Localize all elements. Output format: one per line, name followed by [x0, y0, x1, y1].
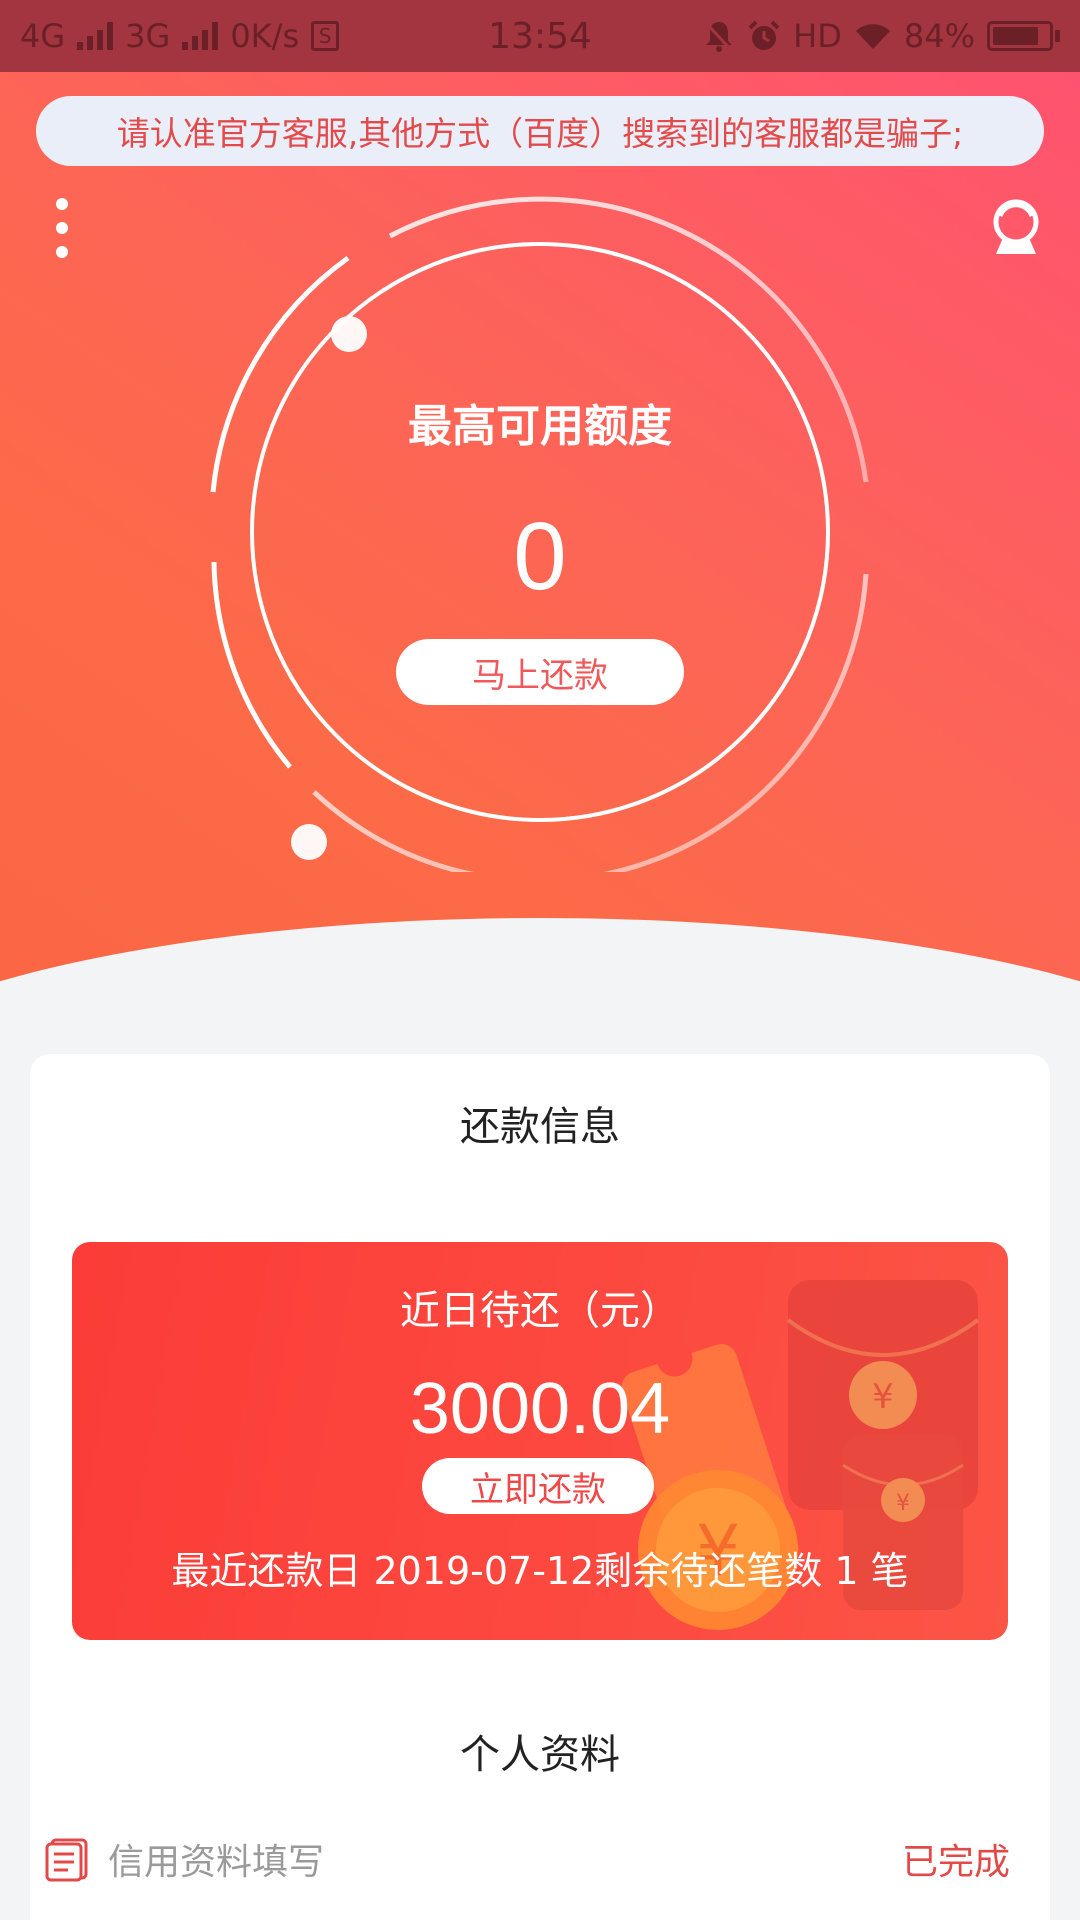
document-icon	[45, 1838, 88, 1882]
profile-section-title: 个人资料	[460, 1732, 620, 1778]
credit-hero: 请认准官方客服,其他方式（百度）搜索到的客服都是骗子; 最高可用额度 0 马上还…	[0, 72, 1080, 1032]
hd-indicator: HD	[793, 17, 842, 55]
credit-info-status: 已完成	[901, 1842, 1010, 1883]
notice-banner[interactable]: 请认准官方客服,其他方式（百度）搜索到的客服都是骗子;	[36, 96, 1044, 166]
signal-icon	[77, 22, 114, 50]
network-type-1: 4G	[20, 17, 66, 55]
more-vertical-icon[interactable]	[50, 198, 74, 258]
credit-value: 0	[513, 503, 567, 610]
wifi-icon	[855, 24, 890, 49]
network-speed: 0K/s	[230, 17, 300, 55]
pay-now-button[interactable]: 立即还款	[422, 1458, 654, 1514]
info-card: 还款信息 ¥ ¥ ¥ 近日待还（元） 3000.04 立即还款 最近还款日 20…	[30, 1054, 1050, 1920]
credit-info-row[interactable]: 信用资料填写 已完成	[30, 1824, 1050, 1894]
ring-knob-bottom	[291, 824, 327, 860]
repay-now-button[interactable]: 马上还款	[396, 639, 684, 705]
battery-percent: 84%	[903, 17, 975, 55]
ring-knob-top	[331, 316, 367, 352]
customer-service-icon[interactable]	[988, 196, 1044, 258]
repayment-meta: 最近还款日 2019-07-12剩余待还笔数 1 笔	[171, 1549, 909, 1593]
bell-muted-icon	[705, 21, 734, 53]
credit-label: 最高可用额度	[408, 401, 672, 452]
network-type-2: 3G	[125, 17, 171, 55]
repayment-section-title: 还款信息	[460, 1104, 620, 1150]
status-left: 4G 3G 0K/s S	[20, 17, 340, 55]
battery-icon	[987, 21, 1060, 51]
hero-curve	[0, 918, 1080, 1032]
pending-amount: 3000.04	[409, 1369, 671, 1449]
status-right: HD 84%	[703, 17, 1060, 55]
credit-info-label: 信用资料填写	[108, 1842, 325, 1883]
signal-icon	[182, 22, 219, 50]
alarm-icon	[748, 20, 780, 50]
svg-text:¥: ¥	[896, 1491, 910, 1516]
repayment-banner: ¥ ¥ ¥ 近日待还（元） 3000.04 立即还款 最近还款日 2019-07…	[72, 1242, 1008, 1640]
sim-icon: S	[311, 21, 340, 51]
status-bar: 4G 3G 0K/s S 13:54 HD 84%	[0, 0, 1080, 72]
pending-label: 近日待还（元）	[400, 1288, 680, 1334]
